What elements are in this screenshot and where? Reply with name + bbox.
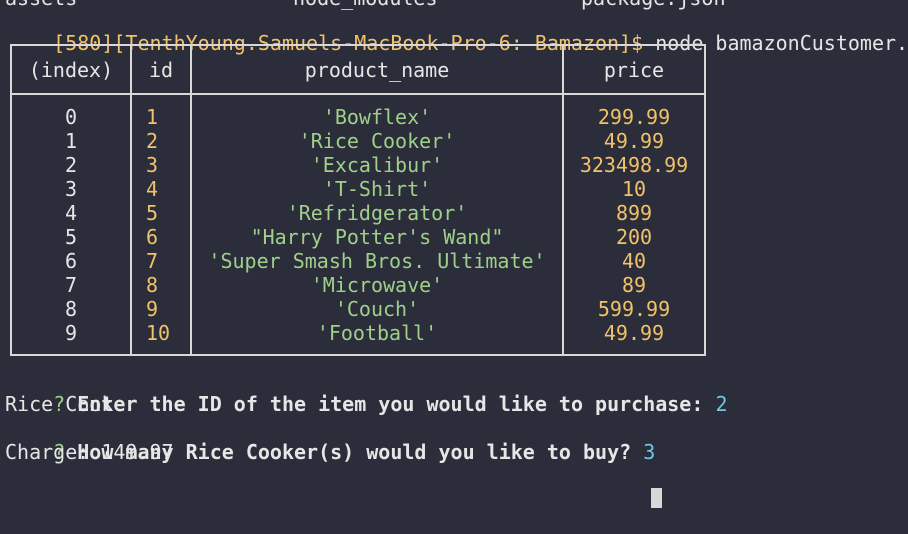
cell-price: 49.99 (603, 129, 665, 153)
cell-price: 323498.99 (579, 153, 689, 177)
cell-product-name: 'Super Smash Bros. Ultimate' (208, 249, 546, 273)
selected-product-line: Rice Cooker (5, 392, 138, 416)
cell-id: 6 (146, 225, 159, 249)
cell-product-name: 'Excalibur' (310, 153, 444, 177)
header-id: id (148, 58, 174, 82)
header-index: (index) (28, 58, 114, 82)
cell-index: 2 (64, 153, 78, 177)
cell-price: 49.99 (603, 321, 665, 345)
table-row: 9 10 'Football' 49.99 (12, 321, 704, 345)
cursor-block-icon (651, 488, 663, 508)
cell-price: 200 (615, 225, 653, 249)
cell-index: 5 (64, 225, 78, 249)
table-row: 5 6 "Harry Potter's Wand" 200 (12, 225, 704, 249)
cell-product-name: 'Football' (316, 321, 438, 345)
table-row: 7 8 'Microwave' 89 (12, 273, 704, 297)
cell-index: 3 (64, 177, 78, 201)
answer-input[interactable]: 2 (703, 392, 727, 416)
table-row: 2 3 'Excalibur' 323498.99 (12, 153, 704, 177)
cell-price: 40 (621, 249, 647, 273)
prompt-question-id: ? Enter the ID of the item you would lik… (5, 368, 727, 416)
table-row: 3 4 'T-Shirt' 10 (12, 177, 704, 201)
charge-line: Charge: 149.97 (5, 440, 174, 464)
cell-price: 299.99 (597, 105, 671, 129)
question-text: Enter the ID of the item you would like … (65, 392, 704, 416)
cell-index: 4 (64, 201, 78, 225)
cell-price: 10 (621, 177, 647, 201)
table-row: 1 2 'Rice Cooker' 49.99 (12, 129, 704, 153)
table-row: 0 1 'Bowflex' 299.99 (12, 105, 704, 129)
cell-index: 0 (64, 105, 78, 129)
cell-id: 7 (146, 249, 159, 273)
cell-id: 8 (146, 273, 159, 297)
cell-id: 2 (146, 129, 159, 153)
cell-product-name: 'Refridgerator' (286, 201, 468, 225)
table-row: 6 7 'Super Smash Bros. Ultimate' 40 (12, 249, 704, 273)
cell-index: 9 (64, 321, 78, 345)
cell-id: 9 (146, 297, 159, 321)
cell-index: 7 (64, 273, 78, 297)
cell-id: 4 (146, 177, 159, 201)
table-row: 8 9 'Couch' 599.99 (12, 297, 704, 321)
header-price: price (603, 58, 665, 82)
cell-id: 10 (146, 321, 171, 345)
cell-price: 89 (621, 273, 647, 297)
cell-product-name: 'Couch' (334, 297, 420, 321)
cell-product-name: 'Bowflex' (322, 105, 432, 129)
cell-index: 8 (64, 297, 78, 321)
cell-price: 599.99 (597, 297, 671, 321)
cell-index: 1 (64, 129, 78, 153)
cell-product-name: "Harry Potter's Wand" (250, 225, 504, 249)
terminal-window[interactable]: assets node_modules package.json [580][T… (0, 0, 908, 508)
header-product-name: product_name (304, 58, 450, 82)
cell-index: 6 (64, 249, 78, 273)
cell-id: 3 (146, 153, 159, 177)
cell-id: 5 (146, 201, 159, 225)
header-divider (12, 93, 704, 95)
cell-price: 899 (615, 201, 653, 225)
terminal-cursor[interactable] (603, 462, 663, 508)
prompt-question-quantity: ? How many Rice Cooker(s) would you like… (5, 416, 655, 464)
answer-input[interactable]: 3 (631, 440, 655, 464)
shell-prompt-line: [580][TenthYoung.Samuels-MacBook-Pro-6: … (5, 7, 908, 55)
table-row: 4 5 'Refridgerator' 899 (12, 201, 704, 225)
product-table: (index) id product_name price 0 1 'Bowflex… (10, 44, 706, 356)
cell-product-name: 'T-Shirt' (322, 177, 432, 201)
cell-product-name: 'Microwave' (310, 273, 444, 297)
cell-product-name: 'Rice Cooker' (298, 129, 456, 153)
cell-id: 1 (146, 105, 159, 129)
